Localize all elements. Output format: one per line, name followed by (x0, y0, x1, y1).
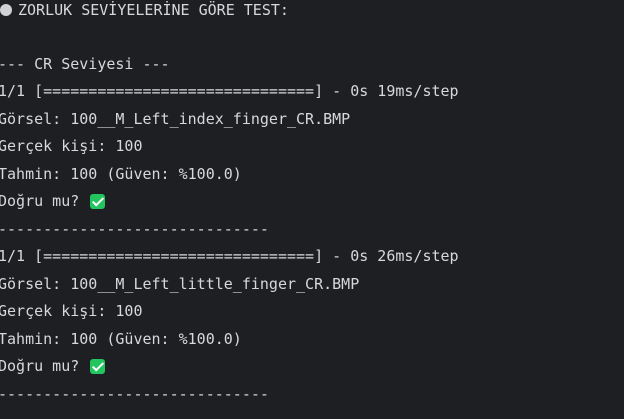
section-title: --- CR Seviyesi --- (0, 55, 170, 73)
correct-line: Doğru mu? (0, 356, 106, 376)
image-line: Görsel: 100__M_Left_index_finger_CR.BMP (0, 110, 351, 128)
separator-line: ------------------------------ (0, 385, 269, 403)
prediction-line: Tahmin: 100 (Güven: %100.0) (0, 165, 242, 183)
actual-line: Gerçek kişi: 100 (0, 302, 143, 320)
progress-line: 1/1 [==============================] - 0… (0, 82, 459, 100)
correct-label: Doğru mu? (0, 192, 89, 210)
check-mark-icon (90, 194, 106, 209)
header-title: ZORLUK SEVİYELERİNE GÖRE TEST: (18, 1, 289, 19)
progress-line: 1/1 [==============================] - 0… (0, 247, 459, 265)
image-line: Görsel: 100__M_Left_little_finger_CR.BMP (0, 275, 360, 293)
correct-line: Doğru mu? (0, 191, 106, 211)
prediction-line: Tahmin: 100 (Güven: %100.0) (0, 330, 242, 348)
header-line: ZORLUK SEVİYELERİNE GÖRE TEST: (0, 0, 289, 20)
circle-bullet-icon (0, 4, 12, 16)
separator-line: ------------------------------ (0, 220, 269, 238)
terminal-output: ZORLUK SEVİYELERİNE GÖRE TEST: --- CR Se… (0, 0, 624, 419)
check-mark-icon (90, 359, 106, 374)
correct-label: Doğru mu? (0, 357, 89, 375)
actual-line: Gerçek kişi: 100 (0, 137, 143, 155)
